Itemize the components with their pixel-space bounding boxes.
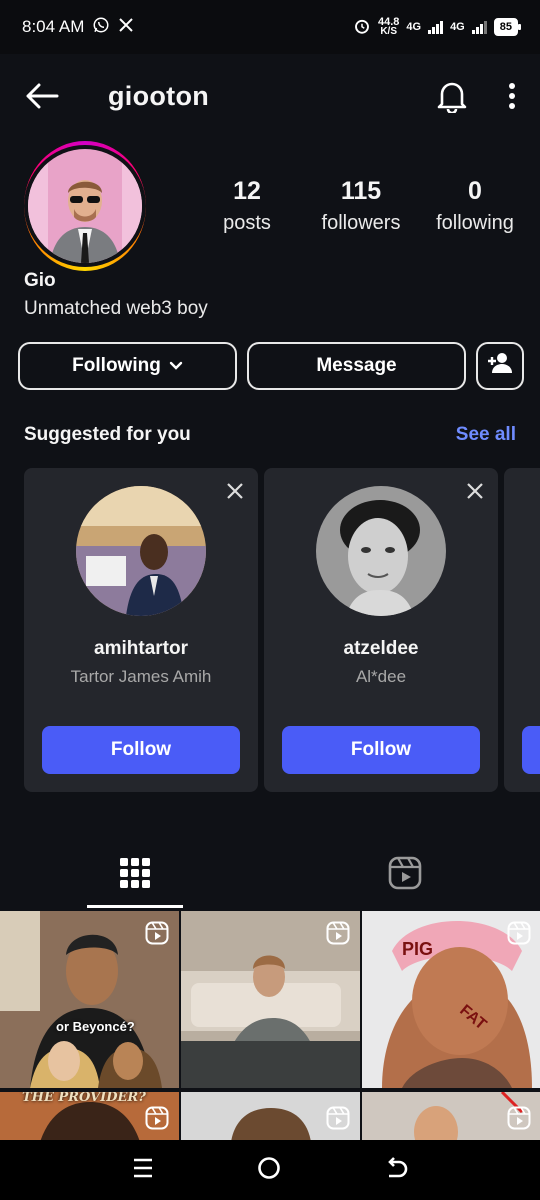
reel-caption: PIG — [402, 939, 434, 959]
back-icon[interactable] — [383, 1156, 409, 1185]
tab-posts-grid[interactable] — [0, 840, 270, 910]
home-icon[interactable] — [256, 1155, 282, 1186]
suggestion-fullname: Tartor James Amih — [70, 667, 212, 686]
message-button-label: Message — [316, 355, 397, 376]
profile-actions: Following Message — [18, 342, 524, 390]
posts-stat[interactable]: 12 posts — [190, 177, 304, 235]
reel-caption: or Beyoncé? — [56, 1019, 135, 1034]
status-time: 8:04 AM — [22, 17, 85, 36]
suggestion-avatar[interactable] — [76, 486, 206, 616]
follow-button[interactable]: Follow — [282, 726, 480, 774]
suggested-header: Suggested for you See all — [24, 424, 516, 446]
bell-icon[interactable] — [436, 79, 468, 113]
suggestion-username: atzeldee — [343, 638, 419, 659]
following-button-label: Following — [72, 355, 161, 376]
avatar[interactable] — [24, 141, 146, 271]
suggested-title: Suggested for you — [24, 424, 191, 445]
content-tabs — [0, 840, 540, 910]
message-button[interactable]: Message — [247, 342, 466, 390]
reels-icon — [507, 1106, 531, 1135]
reel-thumbnail[interactable]: PIG FAT — [362, 911, 540, 1088]
reels-icon — [326, 1106, 350, 1135]
following-stat[interactable]: 0 following — [418, 177, 532, 235]
profile-username: giooton — [108, 80, 210, 111]
suggestion-card[interactable]: amihtartor Tartor James Amih Follow — [24, 468, 258, 792]
tab-reels[interactable] — [270, 840, 540, 910]
back-arrow-icon[interactable] — [24, 78, 60, 114]
suggested-carousel[interactable]: amihtartor Tartor James Amih Follow atze… — [24, 468, 540, 792]
reel-thumbnail[interactable] — [181, 1092, 360, 1140]
active-tab-indicator — [87, 905, 183, 908]
system-navigation-bar — [0, 1140, 540, 1200]
avatar-photo — [28, 149, 142, 263]
reels-icon — [388, 856, 422, 895]
net-speed: 44.8 K/S — [377, 16, 400, 37]
reels-icon — [507, 921, 531, 950]
alarm-icon — [353, 17, 371, 38]
reels-icon — [326, 921, 350, 950]
reel-caption: THE PROVIDER? — [22, 1092, 146, 1105]
reels-icon — [145, 921, 169, 950]
display-name: Gio — [24, 270, 56, 291]
posts-grid: or Beyoncé? PIG FAT THE PROVIDER? — [0, 911, 540, 1140]
add-user-icon — [487, 352, 513, 380]
grid-icon — [119, 857, 151, 894]
signal-label-2: 4G — [450, 21, 465, 33]
followers-stat[interactable]: 115 followers — [304, 177, 418, 235]
close-icon[interactable] — [466, 482, 484, 505]
see-all-link[interactable]: See all — [456, 424, 516, 446]
chevron-down-icon — [169, 355, 183, 377]
suggestion-card[interactable]: atzeldee Al*dee Follow — [264, 468, 498, 792]
battery-icon: 85 — [493, 18, 522, 36]
following-button[interactable]: Following — [18, 342, 237, 390]
signal-label-1: 4G — [406, 21, 422, 33]
follow-button[interactable]: Follow — [42, 726, 240, 774]
status-bar: 8:04 AM 44.8 K/S 4G 4G 85 — [0, 0, 540, 54]
profile-header: giooton — [0, 64, 540, 128]
reel-thumbnail[interactable] — [181, 911, 360, 1088]
reel-thumbnail[interactable] — [362, 1092, 540, 1140]
suggestion-username: amihtartor — [94, 638, 188, 659]
profile-summary: 12 posts 115 followers 0 following — [24, 140, 524, 272]
add-user-button[interactable] — [476, 342, 524, 390]
suggestion-fullname: Al*dee — [355, 667, 407, 686]
x-icon — [118, 17, 134, 38]
suggestion-card-partial[interactable] — [504, 468, 540, 792]
more-vertical-icon[interactable] — [508, 82, 516, 110]
reel-thumbnail[interactable]: or Beyoncé? — [0, 911, 179, 1088]
follow-button-partial[interactable] — [522, 726, 540, 774]
close-icon[interactable] — [226, 482, 244, 505]
recent-apps-icon[interactable] — [131, 1157, 155, 1184]
reel-thumbnail[interactable]: THE PROVIDER? — [0, 1092, 179, 1140]
signal-icon — [471, 20, 487, 34]
signal-icon — [428, 20, 444, 34]
suggestion-avatar[interactable] — [316, 486, 446, 616]
whatsapp-icon — [92, 16, 110, 39]
reels-icon — [145, 1106, 169, 1135]
bio: Unmatched web3 boy — [24, 298, 208, 319]
